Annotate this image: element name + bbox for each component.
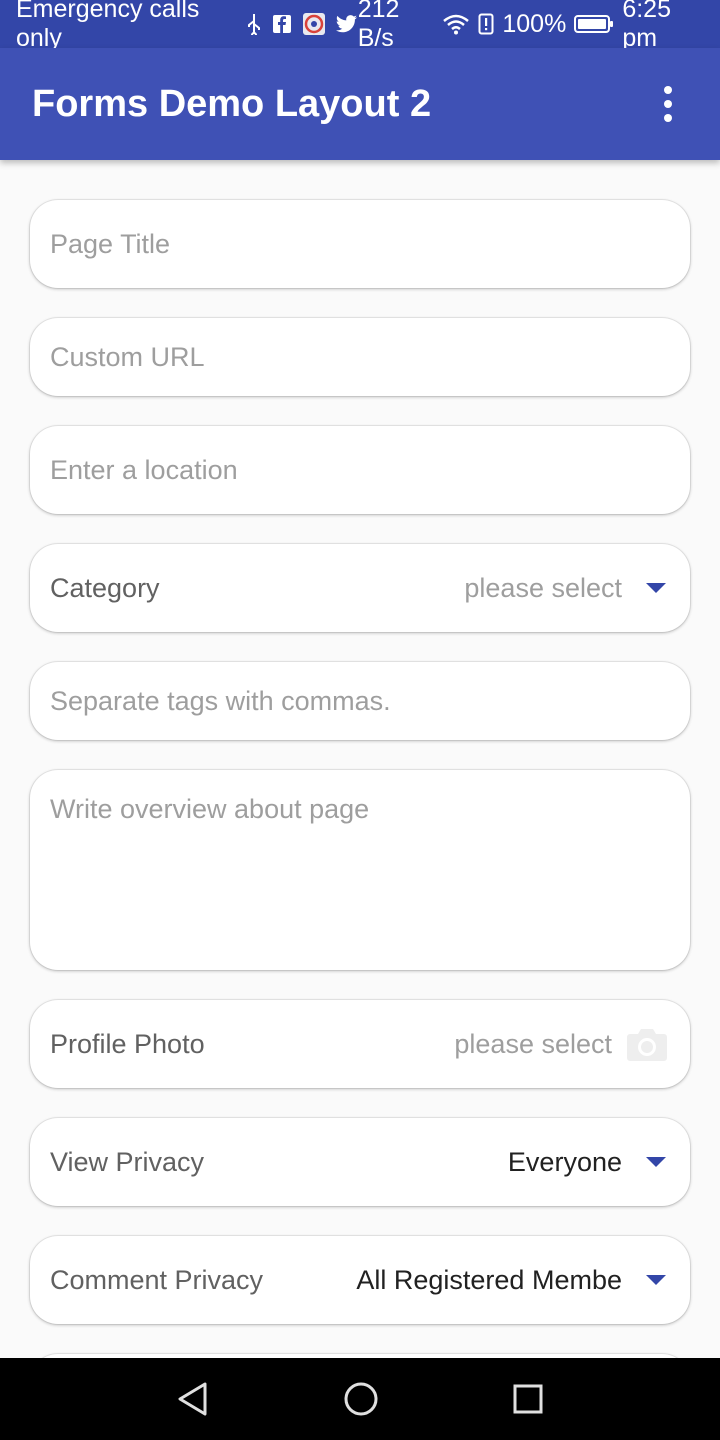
tags-field[interactable]: Separate tags with commas. [30, 662, 690, 740]
category-select[interactable]: Category please select [30, 544, 690, 632]
comment-privacy-select[interactable]: Comment Privacy All Registered Membe [30, 1236, 690, 1324]
page-title-placeholder: Page Title [50, 228, 171, 259]
overview-textarea[interactable]: Write overview about page [30, 770, 690, 970]
facebook-icon [272, 14, 292, 34]
app-icon [302, 12, 326, 36]
view-privacy-select[interactable]: View Privacy Everyone [30, 1118, 690, 1206]
location-placeholder: Enter a location [50, 454, 238, 485]
profile-photo-select[interactable]: Profile Photo please select [30, 1000, 690, 1088]
back-icon[interactable] [176, 1381, 210, 1417]
alert-icon [478, 13, 494, 35]
app-bar: Forms Demo Layout 2 [0, 48, 720, 160]
comment-privacy-value: All Registered Membe [356, 1264, 622, 1295]
more-vert-icon[interactable] [648, 74, 688, 134]
net-speed-text: 212 B/s [357, 0, 400, 52]
wifi-icon [442, 13, 470, 35]
battery-percent-text: 100% [502, 9, 567, 38]
home-icon[interactable] [343, 1381, 379, 1417]
chevron-down-icon [646, 1275, 666, 1285]
recents-icon[interactable] [512, 1383, 544, 1415]
location-field[interactable]: Enter a location [30, 426, 690, 514]
page-title-field[interactable]: Page Title [30, 200, 690, 288]
category-value: please select [464, 572, 622, 603]
comment-privacy-label: Comment Privacy [50, 1264, 264, 1295]
tags-placeholder: Separate tags with commas. [50, 685, 391, 716]
usb-icon [246, 13, 262, 35]
overview-placeholder: Write overview about page [50, 794, 370, 824]
chevron-down-icon [646, 583, 666, 593]
status-bar: Emergency calls only 212 B/s 100% 6:25 p… [0, 0, 720, 52]
custom-url-placeholder: Custom URL [50, 341, 205, 372]
view-privacy-value: Everyone [507, 1146, 622, 1177]
twitter-icon [335, 15, 358, 33]
custom-url-field[interactable]: Custom URL [30, 318, 690, 396]
form-content[interactable]: Page Title Custom URL Enter a location C… [0, 160, 720, 1358]
carrier-text: Emergency calls only [16, 0, 200, 52]
clock-text: 6:25 pm [622, 0, 671, 52]
app-title: Forms Demo Layout 2 [32, 82, 432, 125]
profile-photo-label: Profile Photo [50, 1028, 205, 1059]
profile-photo-value: please select [454, 1028, 612, 1059]
category-label: Category [50, 572, 160, 603]
system-nav-bar [0, 1358, 720, 1440]
battery-icon [574, 14, 614, 34]
camera-icon[interactable] [626, 1026, 668, 1062]
view-privacy-label: View Privacy [50, 1146, 205, 1177]
chevron-down-icon [646, 1157, 666, 1167]
